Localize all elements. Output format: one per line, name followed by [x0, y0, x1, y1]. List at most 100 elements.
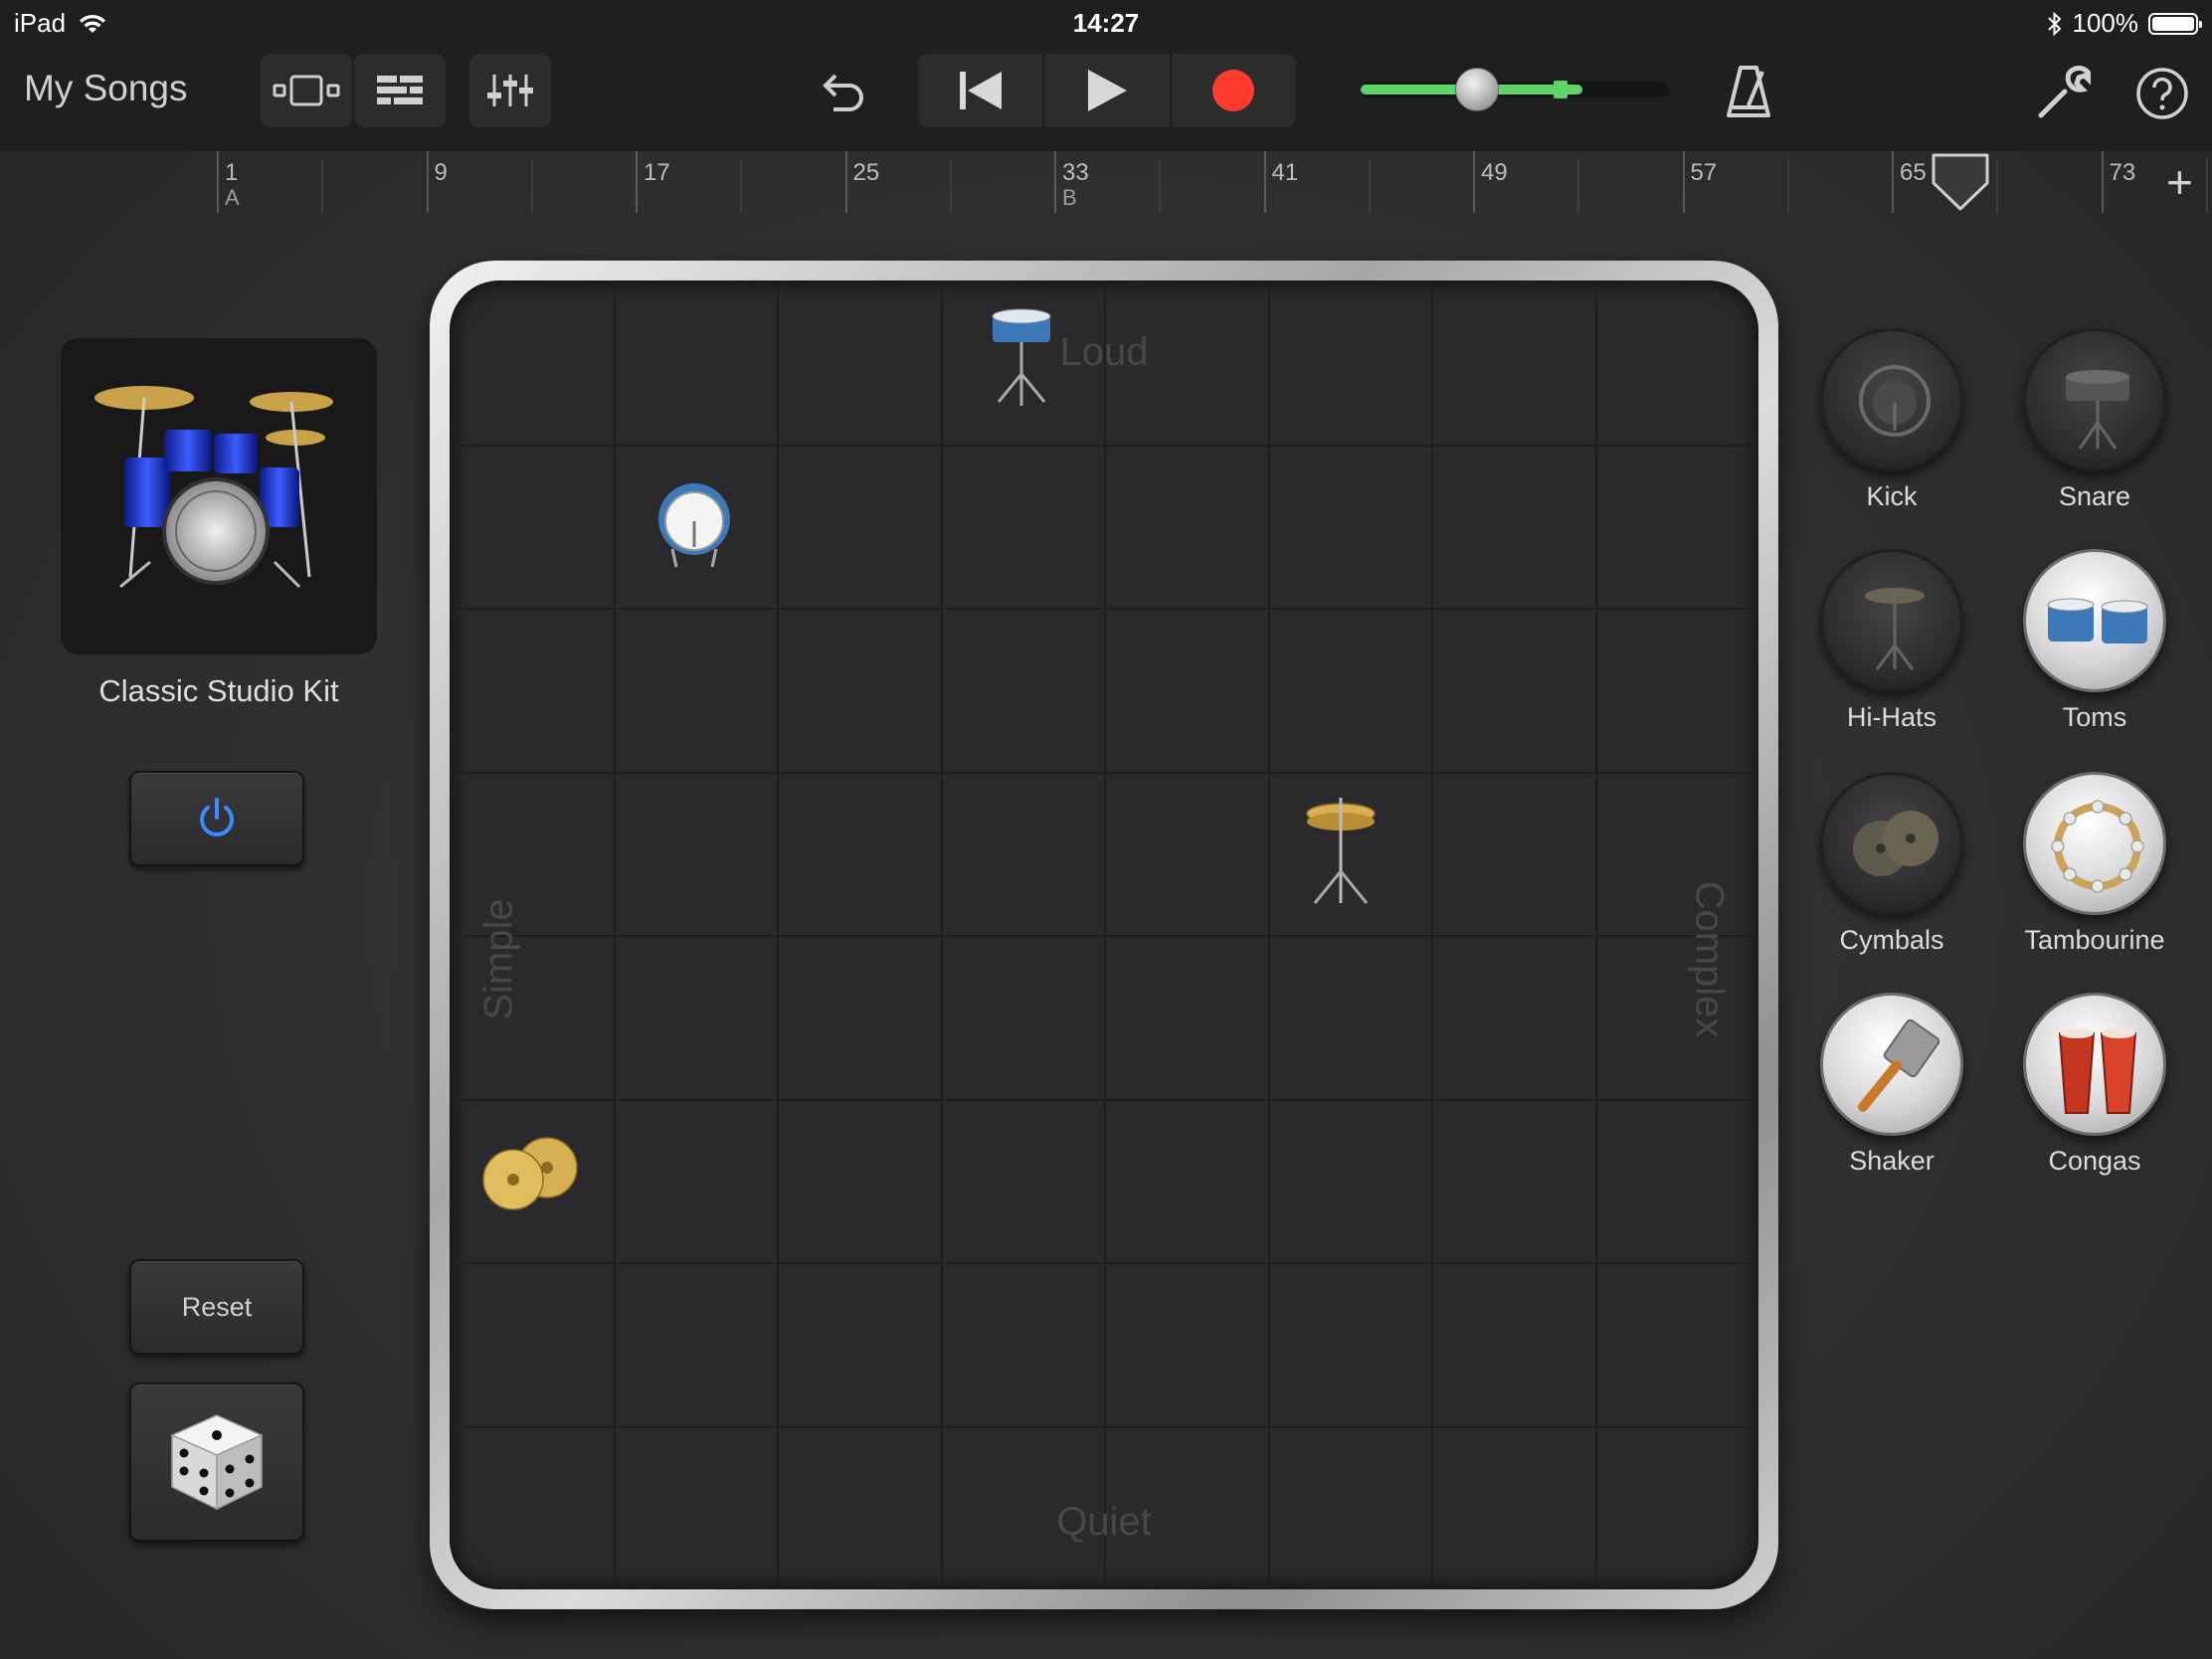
snare-puck[interactable] — [987, 306, 1056, 421]
undo-icon — [823, 74, 863, 111]
instrument-button[interactable] — [1820, 993, 1963, 1136]
kit-name: Classic Studio Kit — [98, 673, 339, 708]
ruler-section-letter: A — [225, 185, 240, 210]
instrument-toggle-kick[interactable]: Kick — [1792, 328, 1991, 512]
instrument-toggle-hi-hats[interactable]: Hi-Hats — [1792, 549, 1991, 733]
dice-icon — [170, 1414, 264, 1511]
instrument-button[interactable] — [2023, 772, 2166, 915]
top-bar: iPad 14:27 100% My Songs — [0, 0, 2212, 151]
xy-pad-frame: Loud Quiet Simple Complex — [430, 261, 1778, 1609]
ruler-minor-tick — [1786, 159, 1789, 213]
instrument-button[interactable] — [1820, 549, 1963, 692]
kick-drum-icon — [658, 483, 730, 568]
volume-knob[interactable] — [1454, 68, 1499, 111]
metronome-button[interactable] — [1721, 62, 1776, 121]
help-button[interactable] — [2134, 66, 2190, 121]
instrument-toggle-toms[interactable]: Toms — [1995, 549, 2194, 733]
instrument-toggle-shaker[interactable]: Shaker — [1792, 993, 1991, 1177]
undo-button[interactable] — [812, 62, 871, 121]
view-toggle-button[interactable] — [261, 54, 352, 127]
instrument-label: Toms — [2062, 702, 2127, 732]
record-button[interactable] — [1172, 54, 1296, 127]
cymbals-icon — [1853, 811, 1938, 876]
mixer-button[interactable] — [469, 54, 551, 127]
ruler-minor-tick — [1159, 159, 1162, 213]
instrument-toggle-cymbals[interactable]: Cymbals — [1792, 772, 1991, 956]
settings-button[interactable] — [2035, 66, 2094, 121]
ruler-bar-number: 9 — [434, 159, 448, 186]
hihat-puck[interactable] — [1301, 792, 1381, 916]
ruler-bar-marker: 49 — [1473, 151, 1508, 213]
battery-icon — [2148, 12, 2202, 35]
instrument-label: Cymbals — [1839, 925, 1944, 955]
kick-drum-icon — [1859, 365, 1931, 437]
instrument-label: Shaker — [1849, 1146, 1935, 1176]
snare-drum-icon — [992, 308, 1051, 406]
instrument-toggle-tambourine[interactable]: Tambourine — [1995, 772, 2194, 956]
drum-kit-icon — [94, 386, 333, 589]
toms-icon — [2047, 598, 2148, 644]
instrument-label: Hi-Hats — [1846, 702, 1936, 732]
ruler-minor-tick — [321, 159, 324, 213]
play-icon — [1087, 70, 1127, 111]
ruler-bar-number: 25 — [852, 159, 880, 186]
status-time: 14:27 — [1072, 8, 1140, 38]
mixer-sliders-icon — [487, 75, 533, 106]
wrench-icon — [2038, 66, 2094, 118]
power-icon — [200, 798, 234, 836]
instrument-button[interactable] — [1820, 328, 1963, 471]
pad-grid-line — [450, 444, 1758, 447]
reset-button[interactable]: Reset — [129, 1259, 304, 1355]
tracks-view-button[interactable] — [354, 54, 446, 127]
go-to-beginning-button[interactable] — [918, 54, 1045, 127]
cymbals-icon — [482, 1137, 578, 1210]
ruler-bar-marker: 41 — [1263, 151, 1298, 213]
play-button[interactable] — [1044, 54, 1172, 127]
instrument-button[interactable] — [2023, 993, 2166, 1136]
instrument-button[interactable] — [2023, 549, 2166, 692]
status-right: 100% — [2047, 8, 2202, 39]
pad-grid-line — [613, 280, 616, 1589]
tracks-icon — [377, 76, 423, 104]
record-icon — [1212, 70, 1255, 111]
ruler-bar-number: 41 — [1271, 159, 1299, 186]
drum-kit-selector[interactable] — [61, 338, 377, 654]
master-volume-slider[interactable] — [1361, 68, 1669, 111]
randomize-dice-button[interactable] — [129, 1382, 304, 1542]
ruler-minor-tick — [2205, 159, 2208, 213]
drummer-power-button[interactable] — [129, 771, 304, 866]
instrument-toggle-congas[interactable]: Congas — [1995, 993, 2194, 1177]
instrument-label: Snare — [2058, 481, 2131, 511]
tambourine-icon — [2051, 800, 2144, 893]
playhead[interactable] — [1930, 151, 1991, 213]
ruler-minor-tick — [1577, 159, 1580, 213]
ruler-bar-marker: 9 — [426, 151, 448, 213]
transport-controls — [918, 54, 1296, 127]
pad-grid-line — [450, 771, 1758, 774]
kick-puck[interactable] — [654, 475, 734, 580]
timeline-ruler[interactable]: 1 A 9 17 25 33 B 41 49 57 65 73 — [217, 151, 2208, 213]
axis-loud: Loud — [1059, 330, 1149, 374]
ruler-section-letter: B — [1062, 185, 1077, 210]
ruler-bar-number: 73 — [2109, 159, 2136, 186]
instrument-button[interactable] — [2023, 328, 2166, 471]
hihat-icon — [1306, 798, 1376, 904]
ruler-bar-number: 49 — [1481, 159, 1508, 186]
ruler-minor-tick — [740, 159, 743, 213]
instrument-button[interactable] — [1820, 772, 1963, 915]
ruler-bar-marker: 65 — [1892, 151, 1927, 213]
pad-grid-line — [1104, 280, 1106, 1589]
pad-grid-line — [940, 280, 943, 1589]
bluetooth-icon — [2047, 11, 2061, 36]
ruler-minor-tick — [1368, 159, 1371, 213]
snare-drum-icon — [2066, 370, 2129, 450]
my-songs-button[interactable]: My Songs — [24, 68, 188, 109]
ruler-bar-number: 17 — [644, 159, 670, 186]
xy-pad[interactable]: Loud Quiet Simple Complex — [450, 280, 1758, 1589]
cymbals-puck[interactable] — [475, 1134, 585, 1218]
shaker-icon — [1858, 1018, 1940, 1112]
ruler-bar-marker: 57 — [1682, 151, 1717, 213]
instrument-toggle-snare[interactable]: Snare — [1995, 328, 2194, 512]
add-section-button[interactable]: + — [2166, 159, 2193, 205]
ruler-bar-number: 33 — [1062, 159, 1089, 186]
